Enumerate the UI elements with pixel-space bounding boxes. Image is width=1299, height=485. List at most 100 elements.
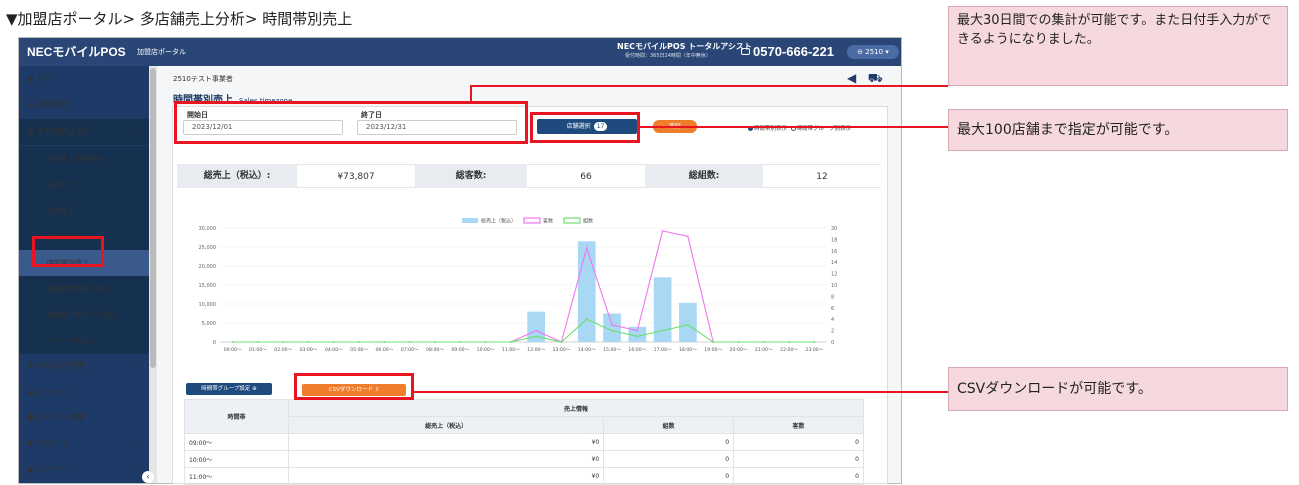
brand-logo[interactable]: NECモバイルPOS [27,43,126,60]
legend-label: 客数 [543,218,553,225]
sidebar-item-13[interactable]: ◀ ニュース ‹ [19,380,149,406]
brand-subtitle: 加盟店ポータル [137,48,186,56]
sales-chart: 0 5,000 10,000 15,000 20,000 25,000 30,000 0 2 4 6… [199,217,837,353]
sidebar-nav: ◉ TOP ≡ 実績参照 ‹ ▤ 多店舗売上分析 ⌄ 全店売上情報照会 日別売上 月別売上 店舗別売上… [19,66,149,484]
card-icon: ▣ [27,465,35,474]
chevron-icon: ‹ [135,100,139,110]
time-group-settings-button[interactable]: 時間帯グループ設定 ⊕ [186,383,272,395]
callout-date-range: 最大30日間での集計が可能です。また日付手入力ができるようになりました。 [948,6,1288,86]
support-phone-number: 0570-666-221 [753,44,834,59]
sidebar-scroll-thumb[interactable] [150,68,156,368]
series-point [788,341,790,343]
series-point [307,341,310,343]
chevron-icon: ⌄ [131,127,139,137]
phone-icon [741,48,750,55]
sidebar-item-label: 月別売上 [47,207,75,215]
y-tick-right: 18 [831,237,837,243]
sidebar-item-label: POS設定管理 [37,361,86,370]
cell-customers: 0 [733,450,864,468]
gear-icon: ✲ [27,361,34,370]
y-tick-left: 15,000 [199,283,217,289]
series-point [535,335,538,338]
col-header-time: 時間帯 [184,399,289,434]
chevron-icon: ‹ [135,388,139,398]
col-header-customers: 客数 [733,416,864,434]
series-point [737,341,740,343]
x-tick-label: 23:00〜 [805,347,823,353]
cart-icon[interactable]: ⛟ [868,71,883,85]
series-point [611,329,613,332]
series-line [232,230,815,343]
series-point [408,341,411,343]
x-tick-label: 17:00〜 [654,347,672,353]
series-point [257,341,259,343]
sidebar-item-label: サポート [37,439,69,448]
x-tick-label: 12:00〜 [527,347,545,353]
x-tick-label: 11:00〜 [502,347,520,353]
lifebuoy-icon: ✚ [27,439,34,448]
total-customers-label: 総客数: [415,164,527,188]
sidebar-item-5[interactable]: 日別売上 [19,172,149,198]
users-icon: ☻ [27,413,36,422]
x-tick-label: 22:00〜 [780,347,798,353]
document-icon: ▤ [27,127,35,136]
x-tick-label: 10:00〜 [477,347,495,353]
series-point [560,341,563,343]
series-line [232,318,815,343]
megaphone-icon[interactable]: ◀ [847,71,856,85]
highlight-store-select [530,112,640,143]
connector-line [470,86,472,102]
sidebar-item-15[interactable]: ✚ サポート ‹ [19,431,149,457]
sidebar-item-9[interactable]: 店舗別時間帯別売上 [19,276,149,302]
sidebar-item-16[interactable]: ▣ マイページ ‹ [19,457,149,483]
total-groups-label: 総組数: [645,164,763,188]
x-tick-label: 16:00〜 [628,347,646,353]
series-point [332,341,335,343]
cell-time: 11:00〜 [184,467,289,485]
x-tick-label: 05:00〜 [350,347,368,353]
sidebar-item-label: TOP [37,74,54,83]
x-tick-label: 01:00〜 [249,347,267,353]
top-bar: NECモバイルPOS 加盟店ポータル NECモバイルPOS トータルアシスト 受… [19,38,901,66]
series-point [611,324,613,326]
y-tick-right: 8 [831,294,834,300]
table-row: 09:00〜 ¥0 0 0 [184,433,864,451]
y-tick-left: 20,000 [199,264,217,270]
sidebar-item-11[interactable]: ジャーナル出力 [19,328,149,354]
list-icon: ≡ [27,100,34,109]
x-tick-label: 06:00〜 [375,347,393,353]
shop-name: 2510テスト事業者 [173,75,233,83]
sidebar-item-12[interactable]: ✲ POS設定管理 ‹ [19,353,149,379]
series-point [282,341,285,343]
x-tick-label: 03:00〜 [300,347,318,353]
cell-groups: 0 [603,467,735,485]
user-menu-button[interactable]: ⊖ 2510 ▾ [847,45,899,59]
col-header-info: 売上情報 [288,399,864,417]
series-point [762,341,765,343]
total-groups-value: 12 [763,164,881,188]
sidebar-item-1[interactable]: ◉ TOP [19,66,149,92]
series-point [636,329,639,332]
chevron-icon: ‹ [135,465,139,475]
series-point [661,229,664,232]
sidebar-item-3[interactable]: ▤ 多店舗売上分析 ⌄ [19,119,149,145]
sidebar-item-6[interactable]: 月別売上 [19,198,149,224]
cell-sales: ¥0 [287,467,605,485]
y-tick-right: 2 [831,329,834,335]
sidebar-item-10[interactable]: 店舗別日報データ出力 [19,302,149,328]
sidebar-item-14[interactable]: ☻ ユーザー管理 ‹ [19,405,149,431]
x-tick-label: 07:00〜 [401,347,419,353]
sidebar-item-2[interactable]: ≡ 実績参照 ‹ [19,92,149,118]
cell-customers: 0 [733,433,864,451]
series-point [712,341,715,343]
sidebar-item-4[interactable]: 全店売上情報照会 [19,146,149,172]
series-point [459,341,462,343]
legend-swatch [462,218,478,223]
highlight-date-range [174,101,528,144]
highlight-nav-item [32,236,104,267]
legend-swatch [523,217,541,224]
y-tick-right: 6 [831,306,834,312]
cell-sales: ¥0 [287,433,605,451]
series-point [484,341,487,343]
y-tick-right: 16 [831,249,837,255]
